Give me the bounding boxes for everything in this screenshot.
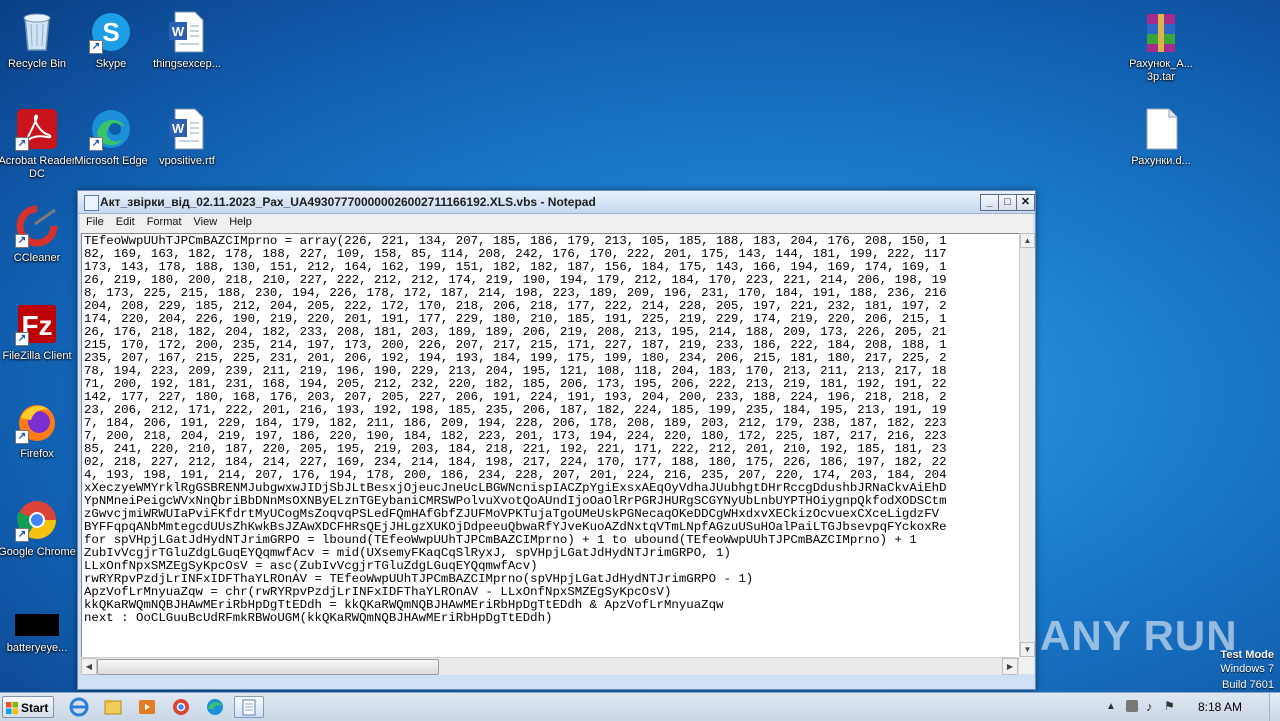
horizontal-scroll-thumb[interactable] [97, 659, 439, 675]
taskbar-media-player-icon[interactable] [134, 696, 160, 718]
desktop-icon-recycle-bin[interactable]: Recycle Bin [0, 6, 76, 71]
desktop-icon-label: Skype [95, 58, 127, 70]
desktop-icon-label: CCleaner [13, 252, 61, 264]
notepad-window[interactable]: Акт_звірки_від_02.11.2023_Рах_UA49307770… [77, 190, 1036, 690]
desktop-icon-rakhunky[interactable]: Рахунки.d... [1122, 103, 1200, 168]
svg-text:W: W [172, 24, 185, 39]
start-label: Start [21, 701, 49, 715]
desktop-icon-thingsexcep[interactable]: W thingsexcep... [148, 6, 226, 71]
menu-view[interactable]: View [188, 214, 224, 228]
word-document-icon: W [165, 107, 209, 151]
text-editor[interactable]: TEfeoWwpUUhTJPCmBAZCIMprno = array(226, … [81, 233, 1020, 659]
desktop-icon-label: thingsexcep... [153, 58, 221, 70]
acrobat-icon: ↗ [15, 107, 59, 151]
svg-text:W: W [172, 121, 185, 136]
desktop-icon-vpositive[interactable]: W vpositive.rtf [148, 103, 226, 168]
menu-help[interactable]: Help [223, 214, 258, 228]
shortcut-arrow-icon: ↗ [15, 234, 29, 248]
editor-content[interactable]: TEfeoWwpUUhTJPCmBAZCIMprno = array(226, … [82, 234, 1019, 626]
scroll-right-icon[interactable]: ▶ [1002, 658, 1018, 675]
taskbar-explorer-icon[interactable] [100, 696, 126, 718]
desktop-icon-filezilla[interactable]: Fz ↗ FileZilla Client [0, 298, 76, 363]
desktop-icon-label: vpositive.rtf [159, 155, 215, 167]
menu-bar: File Edit Format View Help [80, 214, 1033, 233]
batteryeye-icon [15, 610, 59, 638]
edge-icon: ↗ [89, 107, 133, 151]
filezilla-icon: Fz ↗ [15, 302, 59, 346]
winrar-archive-icon [1139, 10, 1183, 54]
desktop-icon-label: Recycle Bin [7, 58, 67, 70]
desktop-icon-google-chrome[interactable]: ↗ Google Chrome [0, 494, 76, 559]
taskbar-chrome-icon[interactable] [168, 696, 194, 718]
close-button[interactable]: ✕ [1016, 194, 1035, 211]
scroll-down-icon[interactable]: ▼ [1020, 642, 1035, 657]
desktop-icon-ccleaner[interactable]: ↗ CCleaner [0, 200, 76, 265]
menu-format[interactable]: Format [141, 214, 188, 228]
desktop-icon-firefox[interactable]: ↗ Firefox [0, 396, 76, 461]
scroll-left-icon[interactable]: ◀ [81, 658, 97, 675]
window-title: Акт_звірки_від_02.11.2023_Рах_UA49307770… [100, 195, 596, 209]
start-button[interactable]: Start [2, 696, 54, 718]
desktop-icon-label: Рахунок_А... 3р.tar [1129, 58, 1193, 83]
speaker-icon[interactable]: ♪ [1146, 699, 1153, 714]
horizontal-scrollbar[interactable]: ◀ ▶ [81, 657, 1018, 675]
word-document-icon: W [165, 10, 209, 54]
desktop-icon-microsoft-edge[interactable]: ↗ Microsoft Edge [72, 103, 150, 168]
ccleaner-icon: ↗ [15, 204, 59, 248]
shortcut-arrow-icon: ↗ [15, 137, 29, 151]
clock[interactable]: 8:18 AM [1198, 700, 1242, 714]
desktop-icon-skype[interactable]: S ↗ Skype [72, 6, 150, 71]
notepad-icon [84, 195, 99, 211]
desktop-icon-rakhunok-tar[interactable]: Рахунок_А... 3р.tar [1122, 6, 1200, 84]
shortcut-arrow-icon: ↗ [15, 528, 29, 542]
desktop-icon-batteryeye[interactable]: batteryeye... [0, 606, 76, 655]
windows-version-label: Windows 7 [1220, 663, 1274, 675]
desktop-icon-acrobat-reader[interactable]: ↗ Acrobat Reader DC [0, 103, 76, 181]
taskbar: Start ▲ ♪ ⚑ 8:18 AM [0, 692, 1280, 721]
chrome-icon: ↗ [15, 498, 59, 542]
desktop-icon-label: Google Chrome [0, 546, 76, 558]
show-desktop-button[interactable] [1269, 693, 1280, 721]
build-label: Build 7601 [1222, 679, 1274, 691]
skype-icon: S ↗ [89, 10, 133, 54]
network-icon[interactable] [1126, 700, 1138, 712]
taskbar-internet-explorer-icon[interactable] [66, 696, 92, 718]
desktop-icon-label: FileZilla Client [2, 350, 72, 362]
desktop-icon-label: Рахунки.d... [1131, 155, 1191, 167]
taskbar-edge-icon[interactable] [202, 696, 228, 718]
test-mode-label: Test Mode [1220, 649, 1274, 661]
size-grip[interactable] [1019, 657, 1034, 674]
desktop-icon-label: Microsoft Edge [74, 155, 148, 167]
minimize-button[interactable]: _ [980, 194, 999, 211]
vertical-scrollbar[interactable]: ▲ ▼ [1019, 233, 1035, 657]
shortcut-arrow-icon: ↗ [89, 137, 103, 151]
shortcut-arrow-icon: ↗ [15, 430, 29, 444]
show-hidden-icons-icon[interactable]: ▲ [1106, 701, 1116, 712]
recycle-bin-icon [15, 10, 59, 54]
desktop-icon-label: batteryeye... [6, 642, 68, 654]
firefox-icon: ↗ [15, 400, 59, 444]
shortcut-arrow-icon: ↗ [89, 40, 103, 54]
blank-document-icon [1139, 107, 1183, 151]
system-tray: ▲ ♪ ⚑ 8:18 AM [1100, 693, 1280, 721]
menu-file[interactable]: File [80, 214, 110, 228]
taskbar-notepad-icon[interactable] [234, 696, 264, 718]
desktop-icon-label: Firefox [20, 448, 54, 460]
anyrun-watermark: ANY RUN [1040, 612, 1238, 659]
windows-logo-icon [6, 702, 18, 714]
scroll-up-icon[interactable]: ▲ [1020, 233, 1035, 248]
svg-text:S: S [102, 17, 119, 47]
desktop-icon-label: Acrobat Reader DC [0, 155, 76, 180]
title-bar[interactable]: Акт_звірки_від_02.11.2023_Рах_UA49307770… [78, 191, 1035, 214]
action-center-flag-icon[interactable]: ⚑ [1164, 699, 1175, 713]
maximize-button[interactable]: □ [998, 194, 1017, 211]
shortcut-arrow-icon: ↗ [15, 332, 29, 346]
menu-edit[interactable]: Edit [110, 214, 141, 228]
